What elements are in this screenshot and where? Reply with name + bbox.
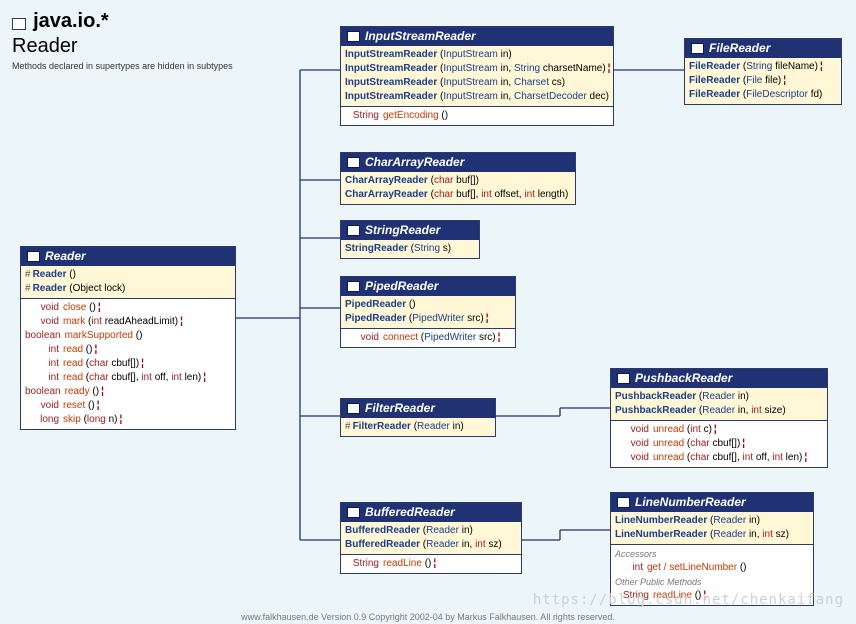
class-title-text: FileReader <box>709 41 770 55</box>
class-icon <box>691 43 704 54</box>
member-row: #FilterReader (Reader in) <box>345 420 491 434</box>
class-box-bufferedreader: BufferedReader BufferedReader (Reader in… <box>340 502 522 574</box>
class-icon <box>617 373 630 384</box>
class-title-text: Reader <box>45 249 86 263</box>
member-row: StringreadLine ()¦ <box>345 557 517 571</box>
member-row: booleanmarkSupported () <box>25 329 231 343</box>
member-row: PushbackReader (Reader in, int size) <box>615 404 823 418</box>
member-row: BufferedReader (Reader in, int sz) <box>345 538 517 552</box>
class-icon <box>347 157 360 168</box>
member-row: FileReader (FileDescriptor fd) <box>689 88 837 102</box>
member-row: intread ()¦ <box>25 343 231 357</box>
member-row: voidunread (char cbuf[], int off, int le… <box>615 451 823 465</box>
class-title-text: PushbackReader <box>635 371 732 385</box>
class-title-text: InputStreamReader <box>365 29 476 43</box>
section-label: Other Public Methods <box>615 575 809 589</box>
class-header: Reader <box>21 247 235 266</box>
class-icon <box>347 403 360 414</box>
class-icon <box>347 507 360 518</box>
footer-text: www.falkhausen.de Version 0.9 Copyright … <box>0 612 856 622</box>
member-row: LineNumberReader (Reader in, int sz) <box>615 528 809 542</box>
watermark: https://blog.csdn.net/chenkaifang <box>533 592 844 608</box>
class-icon <box>347 225 360 236</box>
class-box-stringreader: StringReader StringReader (String s) <box>340 220 480 259</box>
member-row: booleanready ()¦ <box>25 385 231 399</box>
class-box-filereader: FileReader FileReader (String fileName)¦… <box>684 38 842 105</box>
member-row: InputStreamReader (InputStream in) <box>345 48 609 62</box>
class-title-text: CharArrayReader <box>365 155 464 169</box>
package-icon <box>12 18 26 30</box>
member-row: voidmark (int readAheadLimit)¦ <box>25 315 231 329</box>
class-box-linenumberreader: LineNumberReader LineNumberReader (Reade… <box>610 492 814 606</box>
member-row: intget / setLineNumber () <box>615 561 809 575</box>
class-icon <box>27 251 40 262</box>
diagram-header: java.io.* Reader Methods declared in sup… <box>12 10 233 71</box>
member-row: #Reader () <box>25 268 231 282</box>
member-row: voidclose ()¦ <box>25 301 231 315</box>
methods: voidclose ()¦voidmark (int readAheadLimi… <box>21 298 235 429</box>
member-row: CharArrayReader (char buf[]) <box>345 174 571 188</box>
class-icon <box>347 281 360 292</box>
member-row: longskip (long n)¦ <box>25 413 231 427</box>
member-row: intread (char cbuf[])¦ <box>25 357 231 371</box>
class-icon <box>617 497 630 508</box>
member-row: voidunread (char cbuf[])¦ <box>615 437 823 451</box>
member-row: FileReader (File file)¦ <box>689 74 837 88</box>
class-box-chararrayreader: CharArrayReader CharArrayReader (char bu… <box>340 152 576 205</box>
member-row: InputStreamReader (InputStream in, Chars… <box>345 76 609 90</box>
member-row: voidunread (int c)¦ <box>615 423 823 437</box>
class-box-pushbackreader: PushbackReader PushbackReader (Reader in… <box>610 368 828 468</box>
class-title-text: BufferedReader <box>365 505 455 519</box>
member-row: BufferedReader (Reader in) <box>345 524 517 538</box>
class-title-text: FilterReader <box>365 401 435 415</box>
constructors: #Reader ()#Reader (Object lock) <box>21 266 235 298</box>
class-title-text: StringReader <box>365 223 440 237</box>
class-title-text: LineNumberReader <box>635 495 746 509</box>
class-box-inputstreamreader: InputStreamReader InputStreamReader (Inp… <box>340 26 614 126</box>
header-note: Methods declared in supertypes are hidde… <box>12 61 233 71</box>
package-title: java.io.* <box>33 10 109 32</box>
member-row: InputStreamReader (InputStream in, Strin… <box>345 62 609 76</box>
class-box-reader: Reader #Reader ()#Reader (Object lock) v… <box>20 246 236 430</box>
member-row: PushbackReader (Reader in) <box>615 390 823 404</box>
class-icon <box>347 31 360 42</box>
member-row: intread (char cbuf[], int off, int len)¦ <box>25 371 231 385</box>
class-title-text: PipedReader <box>365 279 438 293</box>
member-row: #Reader (Object lock) <box>25 282 231 296</box>
section-label: Accessors <box>615 547 809 561</box>
member-row: StringReader (String s) <box>345 242 475 256</box>
member-row: CharArrayReader (char buf[], int offset,… <box>345 188 571 202</box>
member-row: voidconnect (PipedWriter src)¦ <box>345 331 511 345</box>
class-title: Reader <box>12 35 233 58</box>
member-row: PipedReader (PipedWriter src)¦ <box>345 312 511 326</box>
member-row: InputStreamReader (InputStream in, Chars… <box>345 90 609 104</box>
member-row: StringgetEncoding () <box>345 109 609 123</box>
member-row: FileReader (String fileName)¦ <box>689 60 837 74</box>
class-box-filterreader: FilterReader #FilterReader (Reader in) <box>340 398 496 437</box>
member-row: PipedReader () <box>345 298 511 312</box>
member-row: LineNumberReader (Reader in) <box>615 514 809 528</box>
class-box-pipedreader: PipedReader PipedReader ()PipedReader (P… <box>340 276 516 348</box>
member-row: voidreset ()¦ <box>25 399 231 413</box>
